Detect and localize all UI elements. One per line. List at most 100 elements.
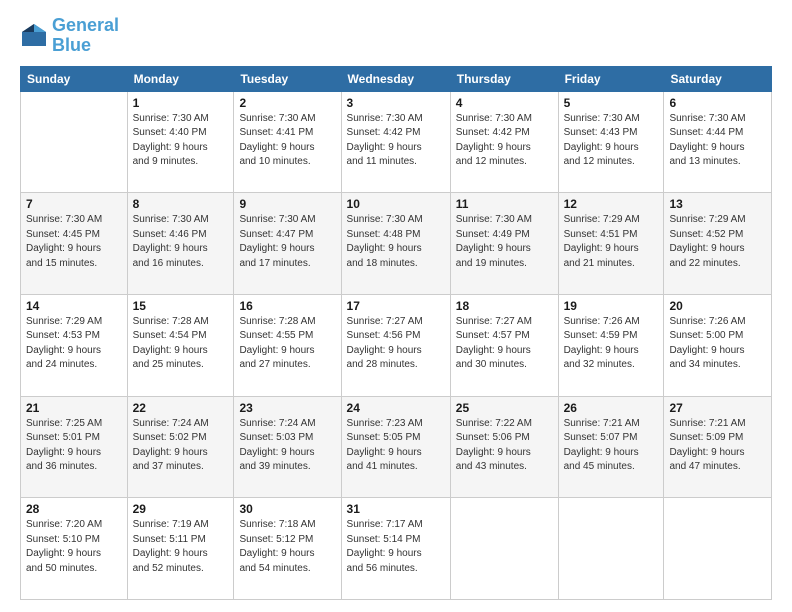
day-number: 6: [669, 96, 766, 110]
day-info: Sunrise: 7:29 AM Sunset: 4:52 PM Dayligh…: [669, 213, 766, 271]
day-number: 8: [133, 197, 229, 211]
day-number: 17: [347, 299, 445, 313]
day-number: 5: [564, 96, 659, 110]
logo-icon: [20, 22, 48, 50]
calendar-week-row: 28 Sunrise: 7:20 AM Sunset: 5:10 PM Dayli…: [21, 498, 772, 600]
day-info: Sunrise: 7:30 AM Sunset: 4:42 PM Dayligh…: [456, 112, 553, 170]
day-number: 24: [347, 401, 445, 415]
day-info: Sunrise: 7:28 AM Sunset: 4:55 PM Dayligh…: [239, 315, 335, 373]
day-number: 14: [26, 299, 122, 313]
day-info: Sunrise: 7:23 AM Sunset: 5:05 PM Dayligh…: [347, 417, 445, 475]
day-number: 3: [347, 96, 445, 110]
day-info: Sunrise: 7:30 AM Sunset: 4:43 PM Dayligh…: [564, 112, 659, 170]
day-number: 28: [26, 502, 122, 516]
day-number: 2: [239, 96, 335, 110]
day-info: Sunrise: 7:30 AM Sunset: 4:44 PM Dayligh…: [669, 112, 766, 170]
calendar-cell: 5 Sunrise: 7:30 AM Sunset: 4:43 PM Daylig…: [558, 91, 664, 193]
calendar-cell: 6 Sunrise: 7:30 AM Sunset: 4:44 PM Daylig…: [664, 91, 772, 193]
day-info: Sunrise: 7:24 AM Sunset: 5:02 PM Dayligh…: [133, 417, 229, 475]
calendar-cell: 8 Sunrise: 7:30 AM Sunset: 4:46 PM Daylig…: [127, 193, 234, 295]
calendar-cell: 3 Sunrise: 7:30 AM Sunset: 4:42 PM Daylig…: [341, 91, 450, 193]
calendar-cell: 11 Sunrise: 7:30 AM Sunset: 4:49 PM Dayli…: [450, 193, 558, 295]
calendar-cell: [664, 498, 772, 600]
calendar-cell: 9Sunrise: 7:30 AM Sunset: 4:47 PM Daylig…: [234, 193, 341, 295]
calendar-cell: 2 Sunrise: 7:30 AM Sunset: 4:41 PM Daylig…: [234, 91, 341, 193]
calendar-cell: 24 Sunrise: 7:23 AM Sunset: 5:05 PM Dayli…: [341, 396, 450, 498]
day-info: Sunrise: 7:30 AM Sunset: 4:42 PM Dayligh…: [347, 112, 445, 170]
day-number: 11: [456, 197, 553, 211]
calendar-cell: 7 Sunrise: 7:30 AM Sunset: 4:45 PM Daylig…: [21, 193, 128, 295]
day-number: 20: [669, 299, 766, 313]
calendar-cell: 10 Sunrise: 7:30 AM Sunset: 4:48 PM Dayli…: [341, 193, 450, 295]
day-info: Sunrise: 7:30 AM Sunset: 4:46 PM Dayligh…: [133, 213, 229, 271]
day-info: Sunrise: 7:27 AM Sunset: 4:57 PM Dayligh…: [456, 315, 553, 373]
day-info: Sunrise: 7:27 AM Sunset: 4:56 PM Dayligh…: [347, 315, 445, 373]
weekday-header: Wednesday: [341, 66, 450, 91]
day-info: Sunrise: 7:24 AM Sunset: 5:03 PM Dayligh…: [239, 417, 335, 475]
logo: General Blue: [20, 16, 119, 56]
day-number: 13: [669, 197, 766, 211]
day-info: Sunrise: 7:22 AM Sunset: 5:06 PM Dayligh…: [456, 417, 553, 475]
calendar-cell: 16 Sunrise: 7:28 AM Sunset: 4:55 PM Dayli…: [234, 294, 341, 396]
calendar-cell: 4Sunrise: 7:30 AM Sunset: 4:42 PM Daylig…: [450, 91, 558, 193]
day-info: Sunrise: 7:19 AM Sunset: 5:11 PM Dayligh…: [133, 518, 229, 576]
weekday-header: Thursday: [450, 66, 558, 91]
calendar-cell: 29 Sunrise: 7:19 AM Sunset: 5:11 PM Dayli…: [127, 498, 234, 600]
calendar-cell: 18 Sunrise: 7:27 AM Sunset: 4:57 PM Dayli…: [450, 294, 558, 396]
calendar-cell: 15Sunrise: 7:28 AM Sunset: 4:54 PM Dayli…: [127, 294, 234, 396]
day-info: Sunrise: 7:30 AM Sunset: 4:47 PM Dayligh…: [239, 213, 335, 271]
day-info: Sunrise: 7:21 AM Sunset: 5:09 PM Dayligh…: [669, 417, 766, 475]
weekday-header-row: SundayMondayTuesdayWednesdayThursdayFrid…: [21, 66, 772, 91]
calendar-cell: [450, 498, 558, 600]
calendar-cell: 13 Sunrise: 7:29 AM Sunset: 4:52 PM Dayli…: [664, 193, 772, 295]
page: General Blue SundayMondayTuesdayWednesda…: [0, 0, 792, 612]
day-number: 23: [239, 401, 335, 415]
day-number: 10: [347, 197, 445, 211]
calendar-cell: 22 Sunrise: 7:24 AM Sunset: 5:02 PM Dayli…: [127, 396, 234, 498]
calendar-cell: [21, 91, 128, 193]
calendar-week-row: 14Sunrise: 7:29 AM Sunset: 4:53 PM Dayli…: [21, 294, 772, 396]
logo-text: General Blue: [52, 16, 119, 56]
day-number: 21: [26, 401, 122, 415]
day-info: Sunrise: 7:28 AM Sunset: 4:54 PM Dayligh…: [133, 315, 229, 373]
calendar-week-row: 1Sunrise: 7:30 AM Sunset: 4:40 PM Daylig…: [21, 91, 772, 193]
weekday-header: Tuesday: [234, 66, 341, 91]
calendar-cell: 1Sunrise: 7:30 AM Sunset: 4:40 PM Daylig…: [127, 91, 234, 193]
day-info: Sunrise: 7:30 AM Sunset: 4:49 PM Dayligh…: [456, 213, 553, 271]
day-info: Sunrise: 7:30 AM Sunset: 4:45 PM Dayligh…: [26, 213, 122, 271]
day-number: 22: [133, 401, 229, 415]
calendar-cell: 12Sunrise: 7:29 AM Sunset: 4:51 PM Dayli…: [558, 193, 664, 295]
day-number: 25: [456, 401, 553, 415]
calendar-cell: 14Sunrise: 7:29 AM Sunset: 4:53 PM Dayli…: [21, 294, 128, 396]
day-info: Sunrise: 7:30 AM Sunset: 4:48 PM Dayligh…: [347, 213, 445, 271]
calendar-cell: 19Sunrise: 7:26 AM Sunset: 4:59 PM Dayli…: [558, 294, 664, 396]
day-info: Sunrise: 7:21 AM Sunset: 5:07 PM Dayligh…: [564, 417, 659, 475]
day-number: 16: [239, 299, 335, 313]
day-number: 19: [564, 299, 659, 313]
calendar-cell: 17 Sunrise: 7:27 AM Sunset: 4:56 PM Dayli…: [341, 294, 450, 396]
weekday-header: Monday: [127, 66, 234, 91]
day-number: 12: [564, 197, 659, 211]
day-info: Sunrise: 7:30 AM Sunset: 4:41 PM Dayligh…: [239, 112, 335, 170]
calendar-cell: 26Sunrise: 7:21 AM Sunset: 5:07 PM Dayli…: [558, 396, 664, 498]
calendar-week-row: 7 Sunrise: 7:30 AM Sunset: 4:45 PM Daylig…: [21, 193, 772, 295]
day-number: 30: [239, 502, 335, 516]
weekday-header: Friday: [558, 66, 664, 91]
calendar-cell: 20Sunrise: 7:26 AM Sunset: 5:00 PM Dayli…: [664, 294, 772, 396]
day-info: Sunrise: 7:20 AM Sunset: 5:10 PM Dayligh…: [26, 518, 122, 576]
calendar-cell: 28 Sunrise: 7:20 AM Sunset: 5:10 PM Dayli…: [21, 498, 128, 600]
calendar-cell: 30Sunrise: 7:18 AM Sunset: 5:12 PM Dayli…: [234, 498, 341, 600]
day-info: Sunrise: 7:30 AM Sunset: 4:40 PM Dayligh…: [133, 112, 229, 170]
day-info: Sunrise: 7:25 AM Sunset: 5:01 PM Dayligh…: [26, 417, 122, 475]
calendar-cell: 23 Sunrise: 7:24 AM Sunset: 5:03 PM Dayli…: [234, 396, 341, 498]
header: General Blue: [20, 16, 772, 56]
day-info: Sunrise: 7:17 AM Sunset: 5:14 PM Dayligh…: [347, 518, 445, 576]
calendar-table: SundayMondayTuesdayWednesdayThursdayFrid…: [20, 66, 772, 600]
calendar-cell: 31Sunrise: 7:17 AM Sunset: 5:14 PM Dayli…: [341, 498, 450, 600]
calendar-cell: [558, 498, 664, 600]
weekday-header: Saturday: [664, 66, 772, 91]
day-number: 7: [26, 197, 122, 211]
day-number: 18: [456, 299, 553, 313]
calendar-week-row: 21 Sunrise: 7:25 AM Sunset: 5:01 PM Dayli…: [21, 396, 772, 498]
day-number: 29: [133, 502, 229, 516]
